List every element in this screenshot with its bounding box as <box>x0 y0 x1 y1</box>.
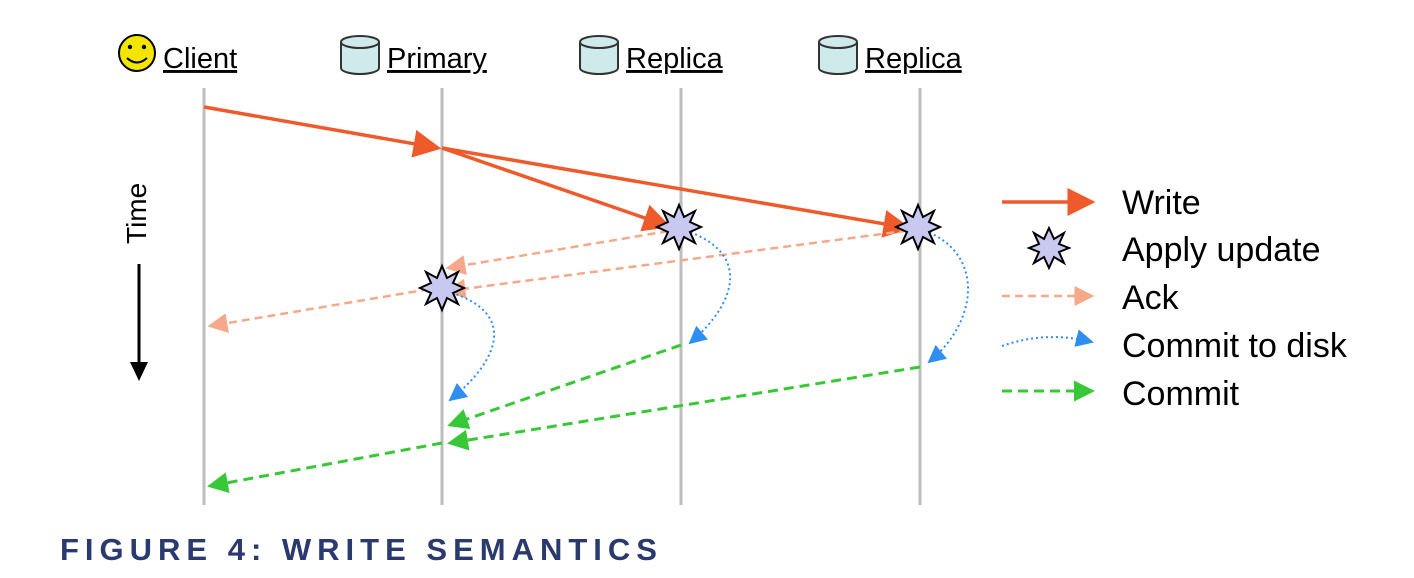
legend-label-write: Write <box>1122 184 1201 222</box>
apply-update-replica-2 <box>893 202 943 252</box>
legend-swatch-commit-to-disk <box>1001 329 1094 347</box>
database-icon <box>579 35 619 75</box>
smiley-icon <box>118 34 156 72</box>
legend: Write Apply update Ack Commit to disk Co… <box>1001 184 1348 413</box>
legend-item-commit-to-disk: Commit to disk <box>1001 327 1348 365</box>
database-icon <box>340 35 380 75</box>
participant-label-client: Client <box>163 43 237 75</box>
disk-commit-replica-1 <box>680 228 732 345</box>
time-arrow-head <box>130 362 148 381</box>
database-icon <box>818 35 858 75</box>
commit-arrow-replica-2-primary <box>447 365 921 451</box>
participant-label-replica-2: Replica <box>865 43 963 75</box>
legend-label-apply-update: Apply update <box>1122 231 1321 269</box>
time-axis: Time <box>121 183 152 381</box>
legend-label-commit: Commit <box>1122 375 1240 413</box>
legend-item-apply-update: Apply update <box>1026 225 1321 271</box>
commit-arrow-primary-client <box>207 441 443 494</box>
legend-item-commit: Commit <box>1002 375 1240 413</box>
disk-commit-replica-2 <box>919 228 969 364</box>
legend-item-write: Write <box>1002 184 1201 222</box>
apply-update-primary <box>417 263 467 313</box>
figure-caption: FIGURE 4: WRITE SEMANTICS <box>60 532 663 567</box>
sequence-diagram: Client Primary Replica Replica Time Writ… <box>118 34 1348 505</box>
participant-label-primary: Primary <box>387 43 487 75</box>
starburst-icon <box>1026 225 1072 271</box>
legend-label-ack: Ack <box>1122 279 1180 317</box>
participant-client: Client <box>118 34 237 75</box>
participant-primary: Primary <box>340 35 487 75</box>
ack-arrow-replica-1-primary <box>445 227 682 275</box>
participant-replica-1: Replica <box>579 35 724 75</box>
write-arrow-client-primary <box>203 105 442 158</box>
time-label: Time <box>121 183 152 244</box>
legend-item-ack: Ack <box>1002 279 1180 317</box>
legend-label-commit-to-disk: Commit to disk <box>1122 327 1348 365</box>
participant-label-replica-1: Replica <box>626 43 724 75</box>
disk-commit-primary <box>441 289 496 402</box>
commit-arrow-replica-1-primary <box>447 343 682 430</box>
ack-arrow-primary-client <box>207 285 443 333</box>
write-arrow-primary-replica-1 <box>441 146 672 232</box>
apply-update-replica-1 <box>654 202 704 252</box>
participant-replica-2: Replica <box>818 35 963 75</box>
